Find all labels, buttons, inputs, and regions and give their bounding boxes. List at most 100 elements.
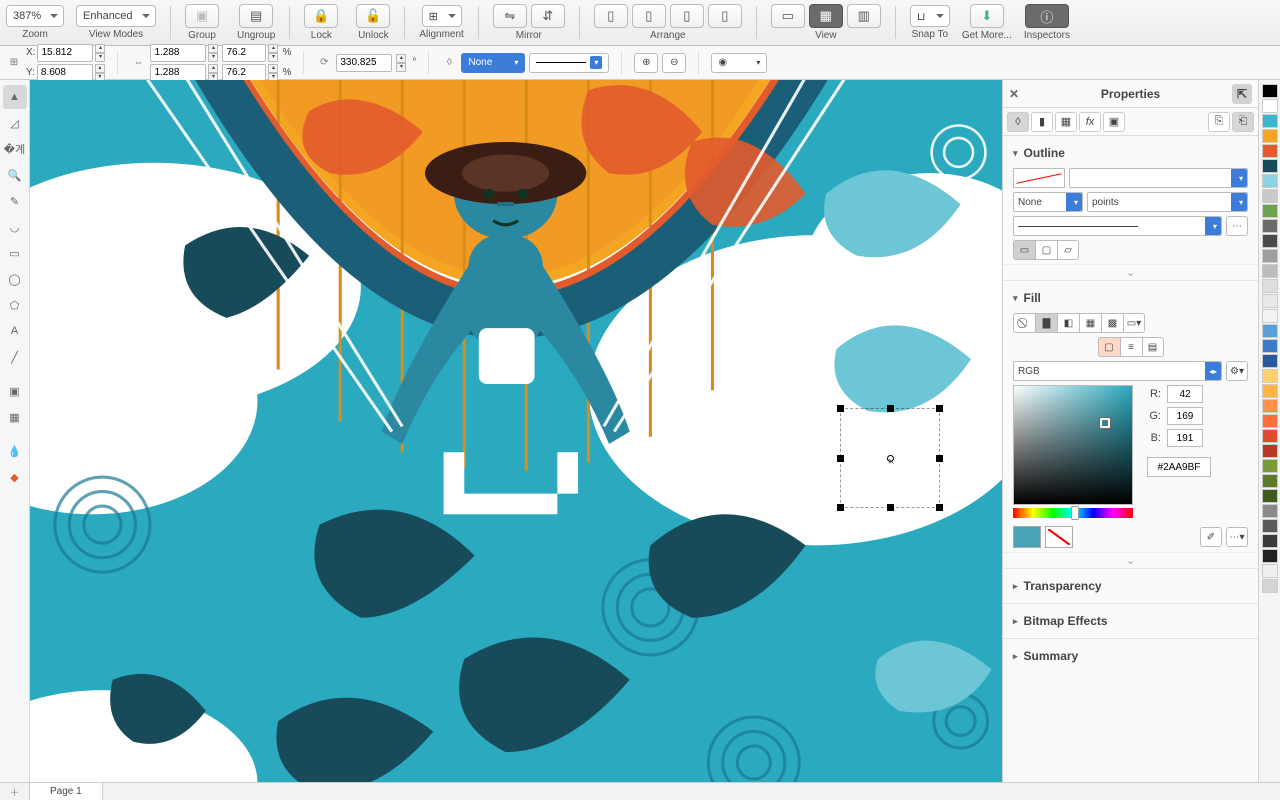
height-input[interactable] [150, 64, 206, 82]
fill-gradient-button[interactable]: ◧ [1057, 313, 1079, 333]
pen-tool[interactable]: ✎ [3, 189, 27, 213]
view-grid-button[interactable]: ▦ [809, 4, 843, 28]
eyedropper-tool[interactable]: 💧 [3, 439, 27, 463]
selection-box[interactable]: × [840, 408, 940, 508]
swatch[interactable] [1262, 129, 1278, 143]
tab-fill-stroke[interactable]: ◊ [1007, 112, 1029, 132]
mirror-h-button[interactable]: ⇋ [493, 4, 527, 28]
outline-color-dropdown[interactable]: ▾ [1069, 168, 1248, 188]
crop-tool[interactable]: �계 [3, 137, 27, 161]
color-field[interactable] [1013, 385, 1133, 505]
scale-x-input[interactable] [222, 44, 266, 62]
swatch[interactable] [1262, 369, 1278, 383]
swatch[interactable] [1262, 564, 1278, 578]
tab-copy[interactable]: ⎘ [1208, 112, 1230, 132]
dimension-link-icon[interactable]: ⇔ [130, 55, 146, 71]
swatch[interactable] [1262, 309, 1278, 323]
swatch[interactable] [1262, 489, 1278, 503]
fill-none-button[interactable]: ⃠ [1013, 313, 1035, 333]
viewmodes-selector[interactable]: Enhanced [76, 5, 156, 27]
arrange-backward-button[interactable]: ▯ [632, 4, 666, 28]
swatch[interactable] [1262, 219, 1278, 233]
chevron-right-icon[interactable]: ▸ [1013, 616, 1018, 627]
view-outline-button[interactable]: ▭ [771, 4, 805, 28]
swatch[interactable] [1262, 354, 1278, 368]
tab-transparency[interactable]: ▦ [1055, 112, 1077, 132]
getmore-button[interactable]: ⬇ [970, 4, 1004, 28]
swatch[interactable] [1262, 159, 1278, 173]
r-input[interactable] [1167, 385, 1203, 403]
swatch[interactable] [1262, 534, 1278, 548]
stroke-width-dropdown[interactable]: ▾ [529, 53, 609, 73]
polygon-tool[interactable]: ⬠ [3, 293, 27, 317]
page-tab-1[interactable]: Page 1 [30, 783, 103, 800]
color-picker-mode[interactable]: ▢ [1098, 337, 1120, 357]
swatch[interactable] [1262, 444, 1278, 458]
unlock-button[interactable]: 🔓 [356, 4, 390, 28]
no-fill-swatch[interactable] [1045, 526, 1073, 548]
tab-fx[interactable]: fx [1079, 112, 1101, 132]
tab-brush[interactable]: ▮ [1031, 112, 1053, 132]
mirror-v-button[interactable]: ⇵ [531, 4, 565, 28]
colorspace-dropdown[interactable]: RGB◂▸ [1013, 361, 1222, 381]
swatch[interactable] [1262, 324, 1278, 338]
b-input[interactable] [1167, 429, 1203, 447]
color-swatches-mode[interactable]: ▤ [1142, 337, 1164, 357]
fill-image-button[interactable]: ▭▾ [1123, 313, 1145, 333]
path-break-button[interactable]: ⊖ [662, 53, 686, 73]
stroke-style-dropdown[interactable]: None▾ [461, 53, 525, 73]
swatch[interactable] [1262, 84, 1278, 98]
view-split-button[interactable]: ▥ [847, 4, 881, 28]
scale-y-input[interactable] [222, 64, 266, 82]
rotate-input[interactable] [336, 54, 392, 72]
inspectors-button[interactable]: ⓘ [1025, 4, 1069, 28]
swatch[interactable] [1262, 114, 1278, 128]
swatch[interactable] [1262, 384, 1278, 398]
swatch[interactable] [1262, 264, 1278, 278]
add-page-button[interactable]: ＋ [0, 783, 30, 800]
color-settings-button[interactable]: ⚙▾ [1226, 361, 1248, 381]
swatch[interactable] [1262, 144, 1278, 158]
curve-tool[interactable]: ◡ [3, 215, 27, 239]
swatch[interactable] [1262, 399, 1278, 413]
swatch[interactable] [1262, 339, 1278, 353]
swatch[interactable] [1262, 474, 1278, 488]
swatch[interactable] [1262, 414, 1278, 428]
join-round-button[interactable]: ▢ [1035, 240, 1057, 260]
text-tool[interactable]: A [3, 319, 27, 343]
swatch[interactable] [1262, 459, 1278, 473]
fill-more-button[interactable]: ⋯▾ [1226, 527, 1248, 547]
layers-tool[interactable]: ▣ [3, 379, 27, 403]
arrange-front-button[interactable]: ▯ [708, 4, 742, 28]
outline-expand[interactable]: ⌄ [1003, 264, 1258, 280]
swatch[interactable] [1262, 504, 1278, 518]
ungroup-button[interactable]: ▤ [239, 4, 273, 28]
snapto-dropdown[interactable]: ⊔ [910, 5, 950, 27]
arrange-back-button[interactable]: ▯ [594, 4, 628, 28]
select-tool[interactable]: ▲ [3, 85, 27, 109]
chevron-down-icon[interactable]: ▾ [1013, 148, 1018, 159]
swatch[interactable] [1262, 294, 1278, 308]
width-input[interactable] [150, 44, 206, 62]
x-input[interactable] [37, 44, 93, 62]
line-tool[interactable]: ╱ [3, 345, 27, 369]
zoom-tool[interactable]: 🔍 [3, 163, 27, 187]
camera-dropdown[interactable]: ◉▾ [711, 53, 767, 73]
chevron-down-icon[interactable]: ▾ [1013, 293, 1018, 304]
swatch[interactable] [1262, 249, 1278, 263]
group-button[interactable]: ▣ [185, 4, 219, 28]
lock-button[interactable]: 🔒 [304, 4, 338, 28]
chevron-right-icon[interactable]: ▸ [1013, 581, 1018, 592]
alignment-dropdown[interactable]: ⊞ [422, 5, 462, 27]
current-fill-swatch[interactable] [1013, 526, 1041, 548]
swatch[interactable] [1262, 549, 1278, 563]
swatch[interactable] [1262, 579, 1278, 593]
swatch[interactable] [1262, 279, 1278, 293]
swatch[interactable] [1262, 204, 1278, 218]
close-panel-button[interactable]: ✕ [1009, 87, 1019, 101]
pattern-tool[interactable]: ▦ [3, 405, 27, 429]
color-sliders-mode[interactable]: ≡ [1120, 337, 1142, 357]
anchor-grid-icon[interactable]: ⊞ [6, 55, 22, 71]
ellipse-tool[interactable]: ◯ [3, 267, 27, 291]
eyedropper-button[interactable]: ✐ [1200, 527, 1222, 547]
